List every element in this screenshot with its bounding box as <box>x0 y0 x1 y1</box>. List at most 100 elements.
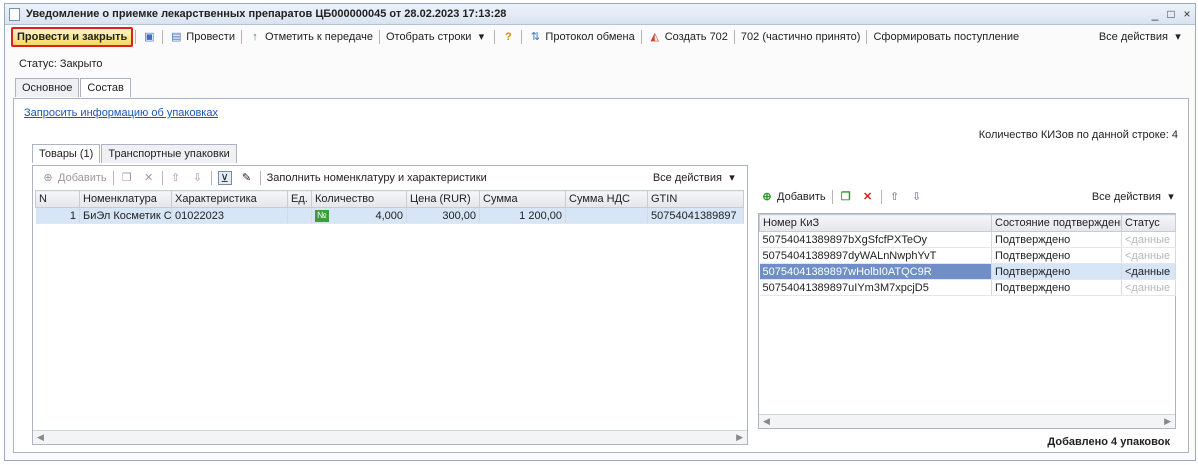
column-header[interactable]: N <box>35 190 80 208</box>
pen-icon: ✎ <box>242 172 252 184</box>
table-row[interactable]: 50754041389897wHolbI0ATQC9R Подтверждено… <box>759 263 1176 280</box>
quantity-cell[interactable]: № 4,000 <box>311 207 407 224</box>
kiz-state-cell[interactable]: Подтверждено <box>991 263 1122 280</box>
all-actions-dropdown[interactable]: Все действия ▾ <box>1095 30 1189 44</box>
arrow-down-icon: ⇩ <box>912 191 922 203</box>
tab-main[interactable]: Основное <box>15 78 80 97</box>
gtin-cell[interactable]: 50754041389897 <box>647 207 744 224</box>
fill-button[interactable]: ✎ <box>236 171 258 185</box>
kiz-horizontal-scrollbar[interactable]: ◀ ▶ <box>759 414 1175 428</box>
separator <box>240 30 242 44</box>
copy-button[interactable]: ❐ <box>116 171 138 185</box>
post-and-close-button[interactable]: Провести и закрыть <box>11 27 134 47</box>
copy-icon: ❐ <box>121 172 132 184</box>
column-header[interactable]: Номенклатура <box>79 190 172 208</box>
vat-cell[interactable] <box>565 207 648 224</box>
delete-icon: ✕ <box>144 172 154 184</box>
composition-panel: Запросить информацию об упаковках Количе… <box>13 98 1189 453</box>
tab-composition[interactable]: Состав <box>80 78 131 97</box>
help-button[interactable]: ? <box>497 30 519 44</box>
column-header[interactable]: Номер КиЗ <box>759 214 992 232</box>
goods-horizontal-scrollbar[interactable]: ◀ ▶ <box>33 430 747 444</box>
column-header[interactable]: Количество <box>311 190 407 208</box>
kiz-status-cell[interactable]: <данные <box>1121 231 1176 248</box>
arrow-up-icon: ↑ <box>252 31 258 43</box>
table-row[interactable]: 50754041389897uIYm3M7xpcjD5 Подтверждено… <box>759 279 1176 296</box>
scroll-left-icon: ◀ <box>37 432 44 442</box>
column-header[interactable]: GTIN <box>647 190 744 208</box>
kiz-delete-button[interactable]: ✕ <box>857 190 879 204</box>
request-packages-link[interactable]: Запросить информацию об упаковках <box>24 107 218 119</box>
kiz-all-actions-dropdown[interactable]: Все действия ▾ <box>1088 190 1182 204</box>
table-row[interactable]: 1 БиЭл Косметик Со... 01022023 № 4,000 30… <box>35 207 744 224</box>
save-icon: ▣ <box>144 31 155 43</box>
sum-cell[interactable]: 1 200,00 <box>479 207 566 224</box>
select-rows-dropdown[interactable]: Отобрать строки ▾ <box>382 30 492 44</box>
goods-add-label: Добавить <box>58 172 107 184</box>
goods-panel: ⊕ Добавить ❐ ✕ ⇧ ⇩ ⊻ ✎ Заполнить номенкла… <box>32 165 748 445</box>
fill-nomenclature-button[interactable]: Заполнить номенклатуру и характеристики <box>263 172 491 184</box>
kiz-status-cell[interactable]: <данные <box>1121 247 1176 264</box>
post-icon: ▤ <box>171 31 182 43</box>
kiz-add-button[interactable]: ⊕ Добавить <box>756 190 830 204</box>
table-row[interactable]: 50754041389897bXgSfcfPXTeOy Подтверждено… <box>759 231 1176 248</box>
unit-cell[interactable] <box>287 207 312 224</box>
mark-transfer-button[interactable]: ↑ Отметить к передаче <box>244 30 377 44</box>
kiz-move-down-button[interactable]: ⇩ <box>906 190 928 204</box>
goods-add-button[interactable]: ⊕ Добавить <box>37 171 111 185</box>
column-header[interactable]: Сумма <box>479 190 566 208</box>
kiz-number-cell[interactable]: 50754041389897bXgSfcfPXTeOy <box>759 231 992 248</box>
column-header[interactable]: Характеристика <box>171 190 288 208</box>
kiz-state-cell[interactable]: Подтверждено <box>991 279 1122 296</box>
status-text: Статус: Закрыто <box>19 58 103 70</box>
post-button[interactable]: ▤ Провести <box>165 30 239 44</box>
kiz-table: Номер КиЗ Состояние подтверждения Статус… <box>759 214 1176 296</box>
maximize-button[interactable]: □ <box>1163 7 1179 21</box>
create-702-button[interactable]: ◭ Создать 702 <box>644 30 732 44</box>
scroll-right-icon: ▶ <box>736 432 743 442</box>
column-header[interactable]: Ед. ... <box>287 190 312 208</box>
kiz-number-cell[interactable]: 50754041389897wHolbI0ATQC9R <box>759 263 992 280</box>
chevron-down-icon: ▾ <box>1168 191 1174 203</box>
minimize-button[interactable]: _ <box>1147 7 1163 21</box>
nomenclature-cell[interactable]: БиЭл Косметик Со... <box>79 207 172 224</box>
goods-subtabs: Товары (1) Транспортные упаковки <box>32 144 238 163</box>
column-header[interactable]: Цена (RUR) <box>406 190 480 208</box>
chevron-down-icon: ▾ <box>729 172 735 184</box>
column-header[interactable]: Статус <box>1121 214 1176 232</box>
kiz-move-up-button[interactable]: ⇧ <box>884 190 906 204</box>
delete-button[interactable]: ✕ <box>138 171 160 185</box>
mark-transfer-label: Отметить к передаче <box>264 31 373 43</box>
create-702-label: Создать 702 <box>664 31 728 43</box>
characteristic-cell[interactable]: 01022023 <box>171 207 288 224</box>
move-up-button[interactable]: ⇧ <box>165 171 187 185</box>
price-cell[interactable]: 300,00 <box>406 207 480 224</box>
kiz-state-cell[interactable]: Подтверждено <box>991 247 1122 264</box>
separator <box>210 171 212 185</box>
kiz-number-cell[interactable]: 50754041389897uIYm3M7xpcjD5 <box>759 279 992 296</box>
exchange-log-button[interactable]: ⇅ Протокол обмена <box>524 30 638 44</box>
form-receipt-button[interactable]: Сформировать поступление <box>869 31 1023 43</box>
separator <box>112 171 114 185</box>
move-down-button[interactable]: ⇩ <box>187 171 209 185</box>
goods-all-actions-dropdown[interactable]: Все действия ▾ <box>649 171 743 185</box>
kiz-copy-button[interactable]: ❐ <box>835 190 857 204</box>
tab-goods[interactable]: Товары (1) <box>32 144 101 163</box>
partial-702-button[interactable]: 702 (частично принято) <box>737 31 865 43</box>
separator <box>135 30 137 44</box>
filter-button[interactable]: ⊻ <box>214 171 236 185</box>
select-rows-label: Отобрать строки <box>385 31 472 43</box>
kiz-number-cell[interactable]: 50754041389897dyWALnNwphYvT <box>759 247 992 264</box>
column-header[interactable]: Состояние подтверждения <box>991 214 1122 232</box>
close-button[interactable]: × <box>1179 7 1195 21</box>
column-header[interactable]: Сумма НДС <box>565 190 648 208</box>
copy-icon: ❐ <box>840 191 851 203</box>
kiz-state-cell[interactable]: Подтверждено <box>991 231 1122 248</box>
tab-transport-packages[interactable]: Транспортные упаковки <box>101 144 237 163</box>
save-button[interactable]: ▣ <box>138 30 160 44</box>
table-row[interactable]: 50754041389897dyWALnNwphYvT Подтверждено… <box>759 247 1176 264</box>
kiz-status-cell[interactable]: <данные <box>1121 279 1176 296</box>
kiz-status-cell[interactable]: <данные <box>1121 263 1176 280</box>
document-icon <box>9 7 20 21</box>
kiz-count-label: Количество КИЗов по данной строке: 4 <box>978 129 1178 141</box>
